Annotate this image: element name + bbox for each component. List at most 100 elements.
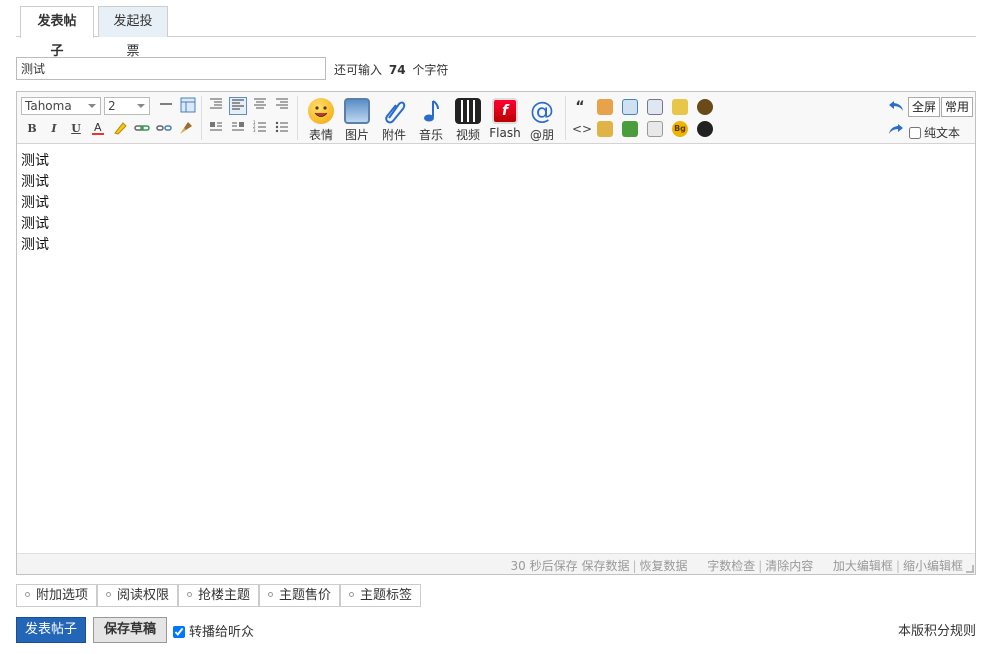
rich-text-editor: Tahoma 2 B I U A 1 2 3 表情 图片 附件 音乐 视频 f … <box>16 91 976 575</box>
content-line: 测试 <box>21 174 49 190</box>
float-left-icon[interactable] <box>207 120 225 138</box>
code-window-icon[interactable] <box>622 99 638 115</box>
clear-content-link[interactable]: 清除内容 <box>765 559 813 573</box>
repost-checkbox[interactable] <box>173 626 185 638</box>
char-remaining-hint: 还可输入 74 个字符 <box>334 61 448 78</box>
at-mention-button[interactable]: @ @朋 <box>524 96 560 142</box>
font-size-value: 2 <box>108 99 116 113</box>
editor-toolbar: Tahoma 2 B I U A 1 2 3 表情 图片 附件 音乐 视频 f … <box>17 92 975 144</box>
award-icon[interactable] <box>672 99 688 115</box>
tab-new-poll[interactable]: 发起投票 <box>98 6 168 59</box>
shrink-editor-link[interactable]: 缩小编辑框 <box>903 559 963 573</box>
flash-button[interactable]: f Flash <box>487 96 523 142</box>
float-right-icon[interactable] <box>229 120 247 138</box>
option-price[interactable]: 主题售价 <box>259 584 341 607</box>
bg-music-icon[interactable]: Bg <box>672 121 688 137</box>
horizontal-rule-icon[interactable] <box>157 97 175 115</box>
list-window-icon[interactable] <box>647 99 663 115</box>
fullscreen-button[interactable]: 全屏 <box>908 97 941 117</box>
code-icon[interactable]: <> <box>572 121 592 137</box>
flash-label: Flash <box>489 126 521 140</box>
paperclip-icon <box>381 98 407 124</box>
undo-icon[interactable] <box>887 98 905 116</box>
align-right-icon[interactable] <box>273 97 291 115</box>
save-data-link[interactable]: 保存数据 <box>581 559 629 573</box>
unlink-icon[interactable] <box>155 120 173 138</box>
bullet-icon <box>187 592 192 597</box>
restore-data-link[interactable]: 恢复数据 <box>640 559 688 573</box>
tab-new-post[interactable]: 发表帖子 <box>20 6 94 59</box>
ordered-list-icon[interactable]: 123 <box>251 120 269 138</box>
image-window-icon[interactable] <box>622 121 638 137</box>
plain-text-label: 纯文本 <box>924 126 961 140</box>
emoji-button[interactable]: 表情 <box>303 96 339 142</box>
font-size-select[interactable]: 2 <box>104 97 150 115</box>
common-mode-button[interactable]: 常用 <box>941 97 974 117</box>
bullet-icon <box>349 592 354 597</box>
highlight-icon[interactable] <box>111 120 129 138</box>
credit-rules-link[interactable]: 本版积分规则 <box>898 620 976 639</box>
post-tabs: 发表帖子 发起投票 <box>16 0 976 59</box>
toolbar-divider <box>201 96 202 140</box>
char-hint-suffix: 个字符 <box>412 63 449 77</box>
clear-format-brush-icon[interactable] <box>177 120 195 138</box>
char-hint-count: 74 <box>388 63 406 77</box>
option-floor-grab[interactable]: 抢楼主题 <box>178 584 260 607</box>
video-button[interactable]: 视频 <box>450 96 486 142</box>
content-line: 测试 <box>21 153 49 169</box>
save-draft-button[interactable]: 保存草稿 <box>93 617 167 643</box>
align-center-icon[interactable] <box>251 97 269 115</box>
repost-toggle[interactable]: 转播给听众 <box>173 621 254 640</box>
bullet-icon <box>268 592 273 597</box>
content-line: 测试 <box>21 216 49 232</box>
subject-input[interactable] <box>16 57 326 80</box>
quote-icon[interactable]: “ <box>572 99 588 115</box>
redo-icon[interactable] <box>887 121 905 139</box>
chevron-down-icon <box>137 104 145 108</box>
record-icon[interactable] <box>697 99 713 115</box>
plain-text-toggle[interactable]: 纯文本 <box>909 124 960 141</box>
font-family-select[interactable]: Tahoma <box>21 97 101 115</box>
svg-text:3: 3 <box>253 128 256 133</box>
attachment-label: 附件 <box>381 128 406 142</box>
bold-icon[interactable]: B <box>23 120 41 138</box>
option-extra[interactable]: 附加选项 <box>16 584 98 607</box>
word-count-link[interactable]: 字数检查 <box>707 559 755 573</box>
align-left-icon[interactable] <box>229 97 247 115</box>
music-button[interactable]: 音乐 <box>413 96 449 142</box>
italic-icon[interactable]: I <box>45 120 63 138</box>
attachment-button[interactable]: 附件 <box>376 96 412 142</box>
option-label: 主题标签 <box>360 588 413 603</box>
lock-icon[interactable] <box>597 121 613 137</box>
option-label: 主题售价 <box>279 588 332 603</box>
at-mention-icon: @ <box>530 97 554 125</box>
table-icon[interactable] <box>179 97 197 115</box>
bullet-icon <box>25 592 30 597</box>
underline-icon[interactable]: U <box>67 120 85 138</box>
resize-handle-icon[interactable] <box>966 565 974 573</box>
unordered-list-icon[interactable] <box>273 120 291 138</box>
autosave-countdown: 30 秒后保存 <box>510 559 578 573</box>
align-float-left-icon[interactable] <box>207 97 225 115</box>
editor-content[interactable]: 测试 测试 测试 测试 测试 <box>17 145 975 553</box>
plain-text-checkbox[interactable] <box>909 127 921 139</box>
chevron-down-icon <box>88 104 96 108</box>
music-label: 音乐 <box>418 128 443 142</box>
insert-link-icon[interactable] <box>133 120 151 138</box>
content-line: 测试 <box>21 237 49 253</box>
enlarge-editor-link[interactable]: 加大编辑框 <box>833 559 893 573</box>
font-color-icon[interactable]: A <box>89 120 107 138</box>
option-read-permission[interactable]: 阅读权限 <box>97 584 179 607</box>
image-button[interactable]: 图片 <box>339 96 375 142</box>
flash-icon: f <box>492 98 518 124</box>
submit-post-button[interactable]: 发表帖子 <box>16 617 86 643</box>
toolbar-divider <box>565 96 566 140</box>
content-line: 测试 <box>21 195 49 211</box>
option-label: 抢楼主题 <box>198 588 251 603</box>
editor-statusbar: 30 秒后保存 保存数据 | 恢复数据 字数检查 | 清除内容 加大编辑框 | 缩小编辑框 <box>17 553 975 574</box>
hide-content-icon[interactable] <box>597 99 613 115</box>
page-icon[interactable] <box>647 121 663 137</box>
option-tags[interactable]: 主题标签 <box>340 584 422 607</box>
option-label: 附加选项 <box>36 588 89 603</box>
qq-icon[interactable] <box>697 121 713 137</box>
